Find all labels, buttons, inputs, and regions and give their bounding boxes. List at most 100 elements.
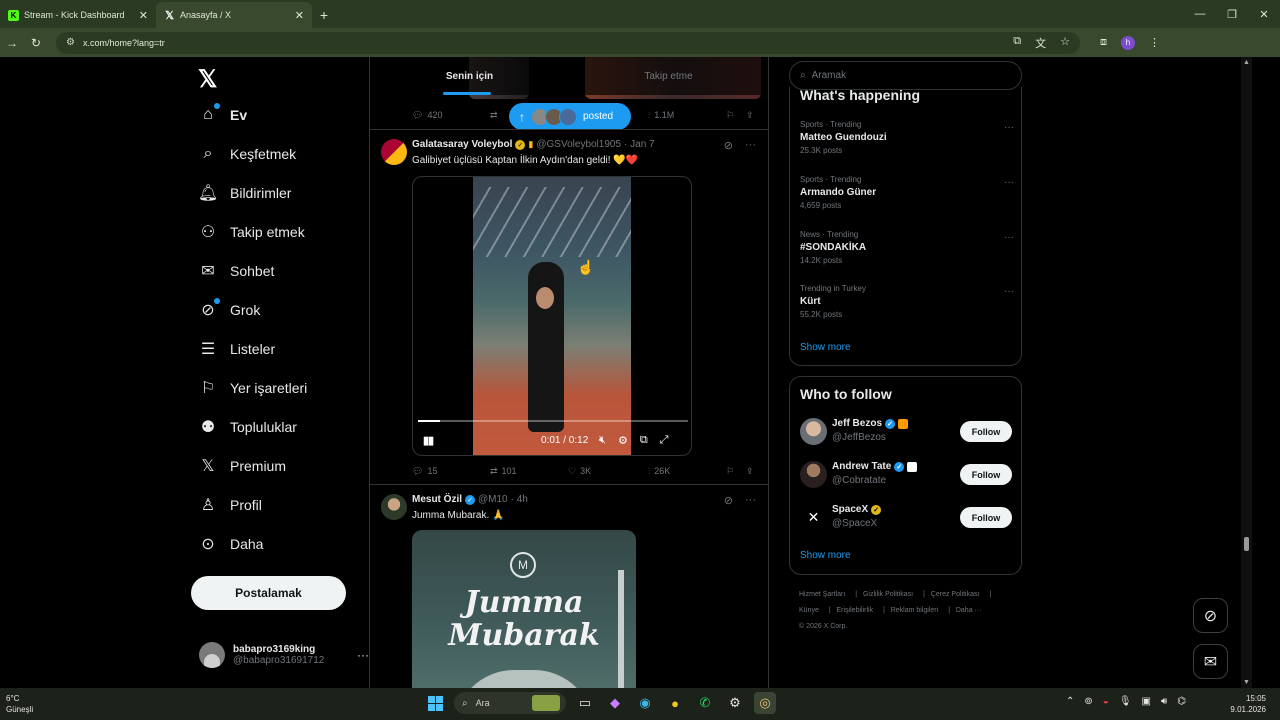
close-icon[interactable]: ✕ (295, 9, 304, 22)
profile-avatar-icon[interactable]: h (1121, 35, 1135, 50)
footer-link[interactable]: Daha ··· (956, 607, 982, 614)
nav-profile[interactable]: ♙ Profil (198, 490, 262, 520)
nav-premium[interactable]: 𝕏 Premium (198, 451, 286, 481)
url-field[interactable]: ⚙ x.com/home?lang=tr ⧉ 文 ☆ (56, 31, 1080, 54)
bookmark-icon[interactable]: ⚐ (726, 466, 734, 477)
footer-link[interactable]: Reklam bilgileri (891, 607, 938, 614)
trend-item[interactable]: News · Trending #SONDAKİKA 14.2K posts ·… (800, 230, 1014, 265)
weather-widget[interactable]: 6°C Güneşli (6, 693, 33, 715)
repost-icon[interactable]: ⇄ (490, 110, 498, 121)
new-tab-button[interactable]: + (312, 2, 336, 28)
mute-icon[interactable]: 🔇︎ (599, 434, 606, 447)
share-icon[interactable]: ⇪ (746, 466, 754, 477)
footer-link[interactable]: Çerez Politikası (931, 591, 980, 598)
nav-grok[interactable]: ⊘ Grok (198, 295, 260, 325)
nav-bookmarks[interactable]: ⚐ Yer işaretleri (198, 373, 307, 403)
grok-icon[interactable]: ⊘ (724, 139, 733, 152)
follow-button[interactable]: Follow (960, 464, 1012, 485)
picture-in-picture-icon[interactable]: ⧉ (640, 434, 648, 447)
more-dots-icon[interactable]: ··· (357, 648, 369, 662)
post-button[interactable]: Postalamak (191, 576, 346, 610)
views-button[interactable]: ⫶ 1.1M (648, 110, 674, 121)
share-icon[interactable]: ⇪ (746, 110, 754, 121)
footer-link[interactable]: Hizmet Şartları (799, 591, 845, 598)
whatsapp-icon[interactable]: ✆ (694, 692, 716, 714)
app-tray-icon[interactable]: ◒ (1103, 696, 1109, 707)
tweet-author-handle[interactable]: @M10 (478, 494, 508, 505)
fullscreen-icon[interactable]: ⤢ (660, 434, 669, 447)
pause-icon[interactable]: ▮▮ (423, 434, 434, 447)
more-dots-icon[interactable]: ··· (745, 139, 756, 152)
forward-arrow-icon[interactable]: → (0, 31, 24, 55)
footer-link[interactable]: Gizlilik Politikası (863, 591, 913, 598)
nav-lists[interactable]: ☰ Listeler (198, 334, 275, 364)
microphone-icon[interactable]: 🎙︎ (1119, 696, 1132, 707)
tweet-author-name[interactable]: Mesut Özil (412, 494, 462, 505)
messages-fab-icon[interactable]: ✉ (1193, 644, 1228, 679)
nav-home[interactable]: ⌂ Ev (198, 100, 247, 130)
follow-button[interactable]: Follow (960, 421, 1012, 442)
grok-icon[interactable]: ⊘ (724, 494, 733, 507)
restore-icon[interactable]: ❐ (1216, 0, 1248, 28)
edge-icon[interactable]: ◉ (634, 692, 656, 714)
trend-item[interactable]: Sports · Trending Armando Güner 4,659 po… (800, 175, 1014, 210)
tweet-author-handle[interactable]: @GSVoleybol1905 (536, 139, 621, 150)
follow-suggestion[interactable]: Jeff Bezos ✓ @JeffBezos Follow (800, 418, 1012, 448)
taskbar-search[interactable]: ⌕ Ara (454, 692, 566, 714)
nav-chat[interactable]: ✉ Sohbet (198, 256, 274, 286)
steam-icon[interactable]: ⚙ (724, 692, 746, 714)
copilot-icon[interactable]: ◆ (604, 692, 626, 714)
grok-fab-icon[interactable]: ⊘ (1193, 598, 1228, 633)
install-app-icon[interactable]: ⧉ (1013, 35, 1021, 51)
reply-button[interactable]: 💬︎ 15 (412, 466, 437, 477)
bookmark-star-icon[interactable]: ☆ (1060, 35, 1070, 51)
nav-notifications[interactable]: 🔔︎ Bildirimler (198, 178, 292, 208)
clock[interactable]: 15:05 9.01.2026 (1230, 693, 1266, 715)
tweet-time[interactable]: · 4h (511, 494, 528, 505)
nav-communities[interactable]: ⚉ Topluluklar (198, 412, 297, 442)
settings-gear-icon[interactable]: ⚙ (618, 434, 628, 447)
close-icon[interactable]: ✕ (139, 9, 148, 22)
tab-following[interactable]: Takip etme (569, 57, 768, 95)
avatar[interactable] (381, 139, 407, 165)
follow-suggestion[interactable]: ✕ SpaceX ✓ @SpaceX Follow (800, 504, 1012, 534)
repost-button[interactable]: ⇄ 101 (490, 466, 517, 477)
task-view-icon[interactable]: ▭ (574, 692, 596, 714)
more-dots-icon[interactable]: ··· (745, 494, 756, 507)
trend-item[interactable]: Trending in Turkey Kürt 55.2K posts ··· (800, 284, 1014, 319)
reply-button[interactable]: 💬︎ 420 (412, 110, 442, 121)
more-dots-icon[interactable]: ··· (1004, 286, 1014, 297)
avatar[interactable] (381, 494, 407, 520)
nav-explore[interactable]: ⌕ Keşfetmek (198, 139, 297, 169)
footer-link[interactable]: Künye (799, 607, 819, 614)
nav-follow[interactable]: ⚇ Takip etmek (198, 217, 305, 247)
x-logo-icon[interactable]: 𝕏 (198, 65, 217, 94)
tweet-image[interactable]: M Jumma Mubarak (412, 530, 636, 688)
more-dots-icon[interactable]: ··· (1004, 232, 1014, 243)
show-more-link[interactable]: Show more (800, 342, 851, 353)
like-button[interactable]: ♡ 3K (568, 466, 591, 477)
more-dots-icon[interactable]: ··· (1004, 122, 1014, 133)
new-posts-pill[interactable]: ↑ posted (509, 103, 631, 130)
network-icon[interactable]: ⌬ (1177, 696, 1186, 707)
bookmark-icon[interactable]: ⚐ (726, 110, 734, 121)
tweet-author-name[interactable]: Galatasaray Voleybol (412, 139, 512, 150)
page-scrollbar[interactable]: ▲ ▼ (1241, 57, 1252, 688)
account-switcher[interactable]: babapro3169king @babapro31691712 ··· (199, 642, 369, 668)
minimize-icon[interactable]: — (1184, 0, 1216, 28)
browser-menu-icon[interactable]: ⋮ (1149, 36, 1160, 49)
reload-icon[interactable]: ↻ (24, 31, 48, 55)
trend-item[interactable]: Sports · Trending Matteo Guendouzi 25.3K… (800, 120, 1014, 155)
start-button[interactable] (424, 692, 446, 714)
site-settings-icon[interactable]: ⚙ (66, 37, 75, 48)
follow-suggestion[interactable]: Andrew Tate ✓ @Cobratate Follow (800, 461, 1012, 491)
chrome-icon[interactable]: ◎ (754, 692, 776, 714)
close-window-icon[interactable]: ✕ (1248, 0, 1280, 28)
video-progress-bar[interactable] (418, 420, 688, 422)
steam-tray-icon[interactable]: ⊚ (1084, 696, 1092, 707)
chevron-up-icon[interactable]: ⌃ (1066, 696, 1074, 707)
search-box[interactable]: ⌕ (789, 61, 1022, 90)
views-button[interactable]: ⫶ 26K (648, 466, 670, 477)
tweet-video[interactable]: ☝ ▮▮ 0:01 / 0:12 🔇︎ ⚙ ⧉ ⤢ (412, 176, 692, 456)
follow-button[interactable]: Follow (960, 507, 1012, 528)
